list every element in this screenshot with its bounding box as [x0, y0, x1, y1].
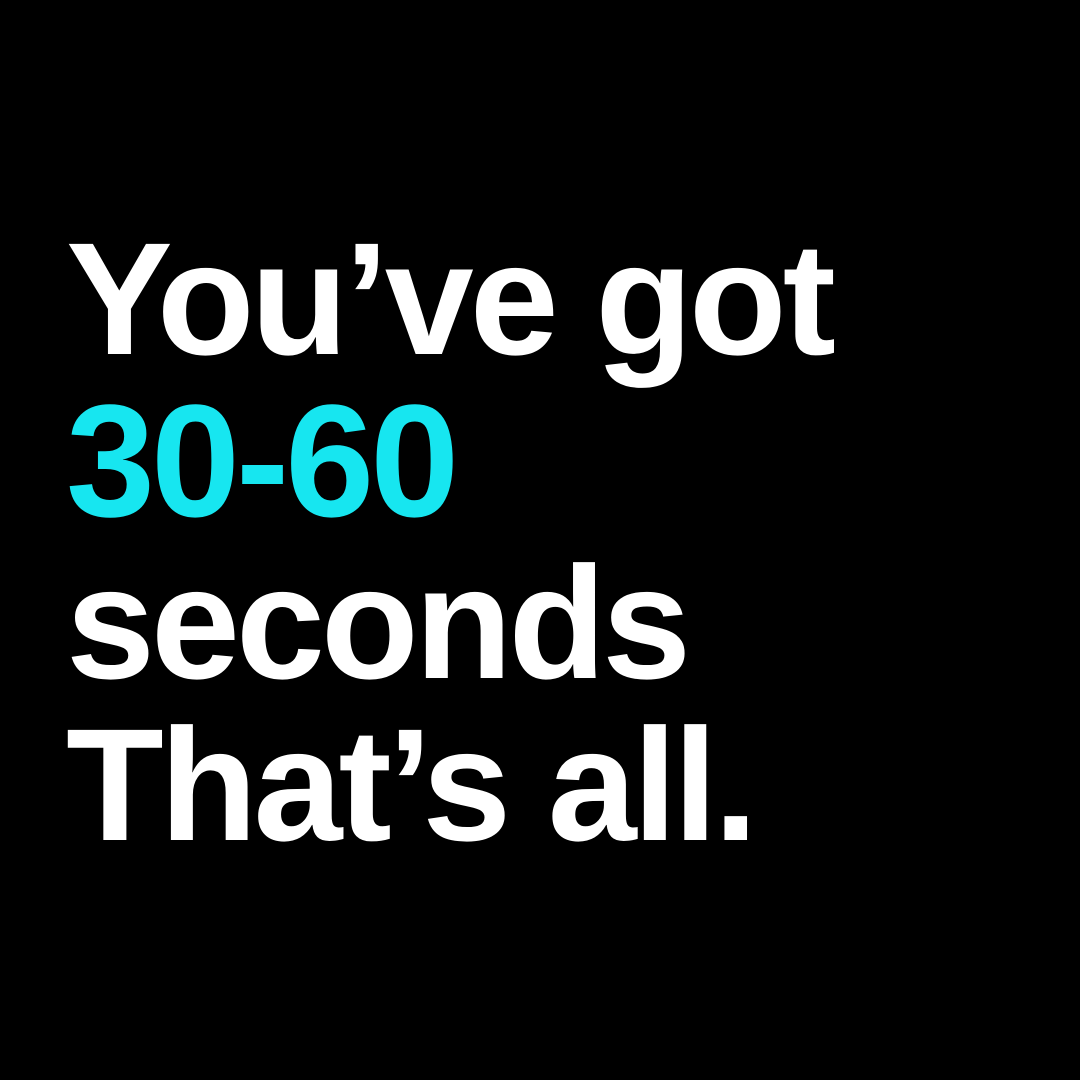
headline-line-3: seconds	[66, 533, 691, 712]
headline-line-1: You’ve got	[66, 209, 836, 388]
headline-time-range: 30-60	[66, 371, 459, 550]
poster-canvas: You’ve got 30-60 seconds That’s all.	[0, 0, 1080, 1080]
headline: You’ve got 30-60 seconds That’s all.	[66, 209, 836, 874]
headline-line-4: That’s all.	[66, 695, 758, 874]
